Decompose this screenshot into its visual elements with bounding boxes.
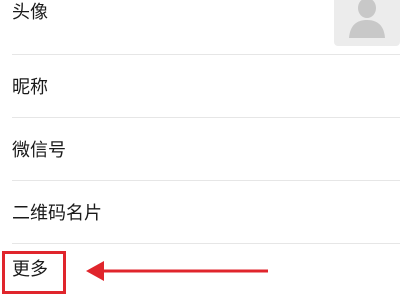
arrow-left-icon <box>86 261 268 281</box>
